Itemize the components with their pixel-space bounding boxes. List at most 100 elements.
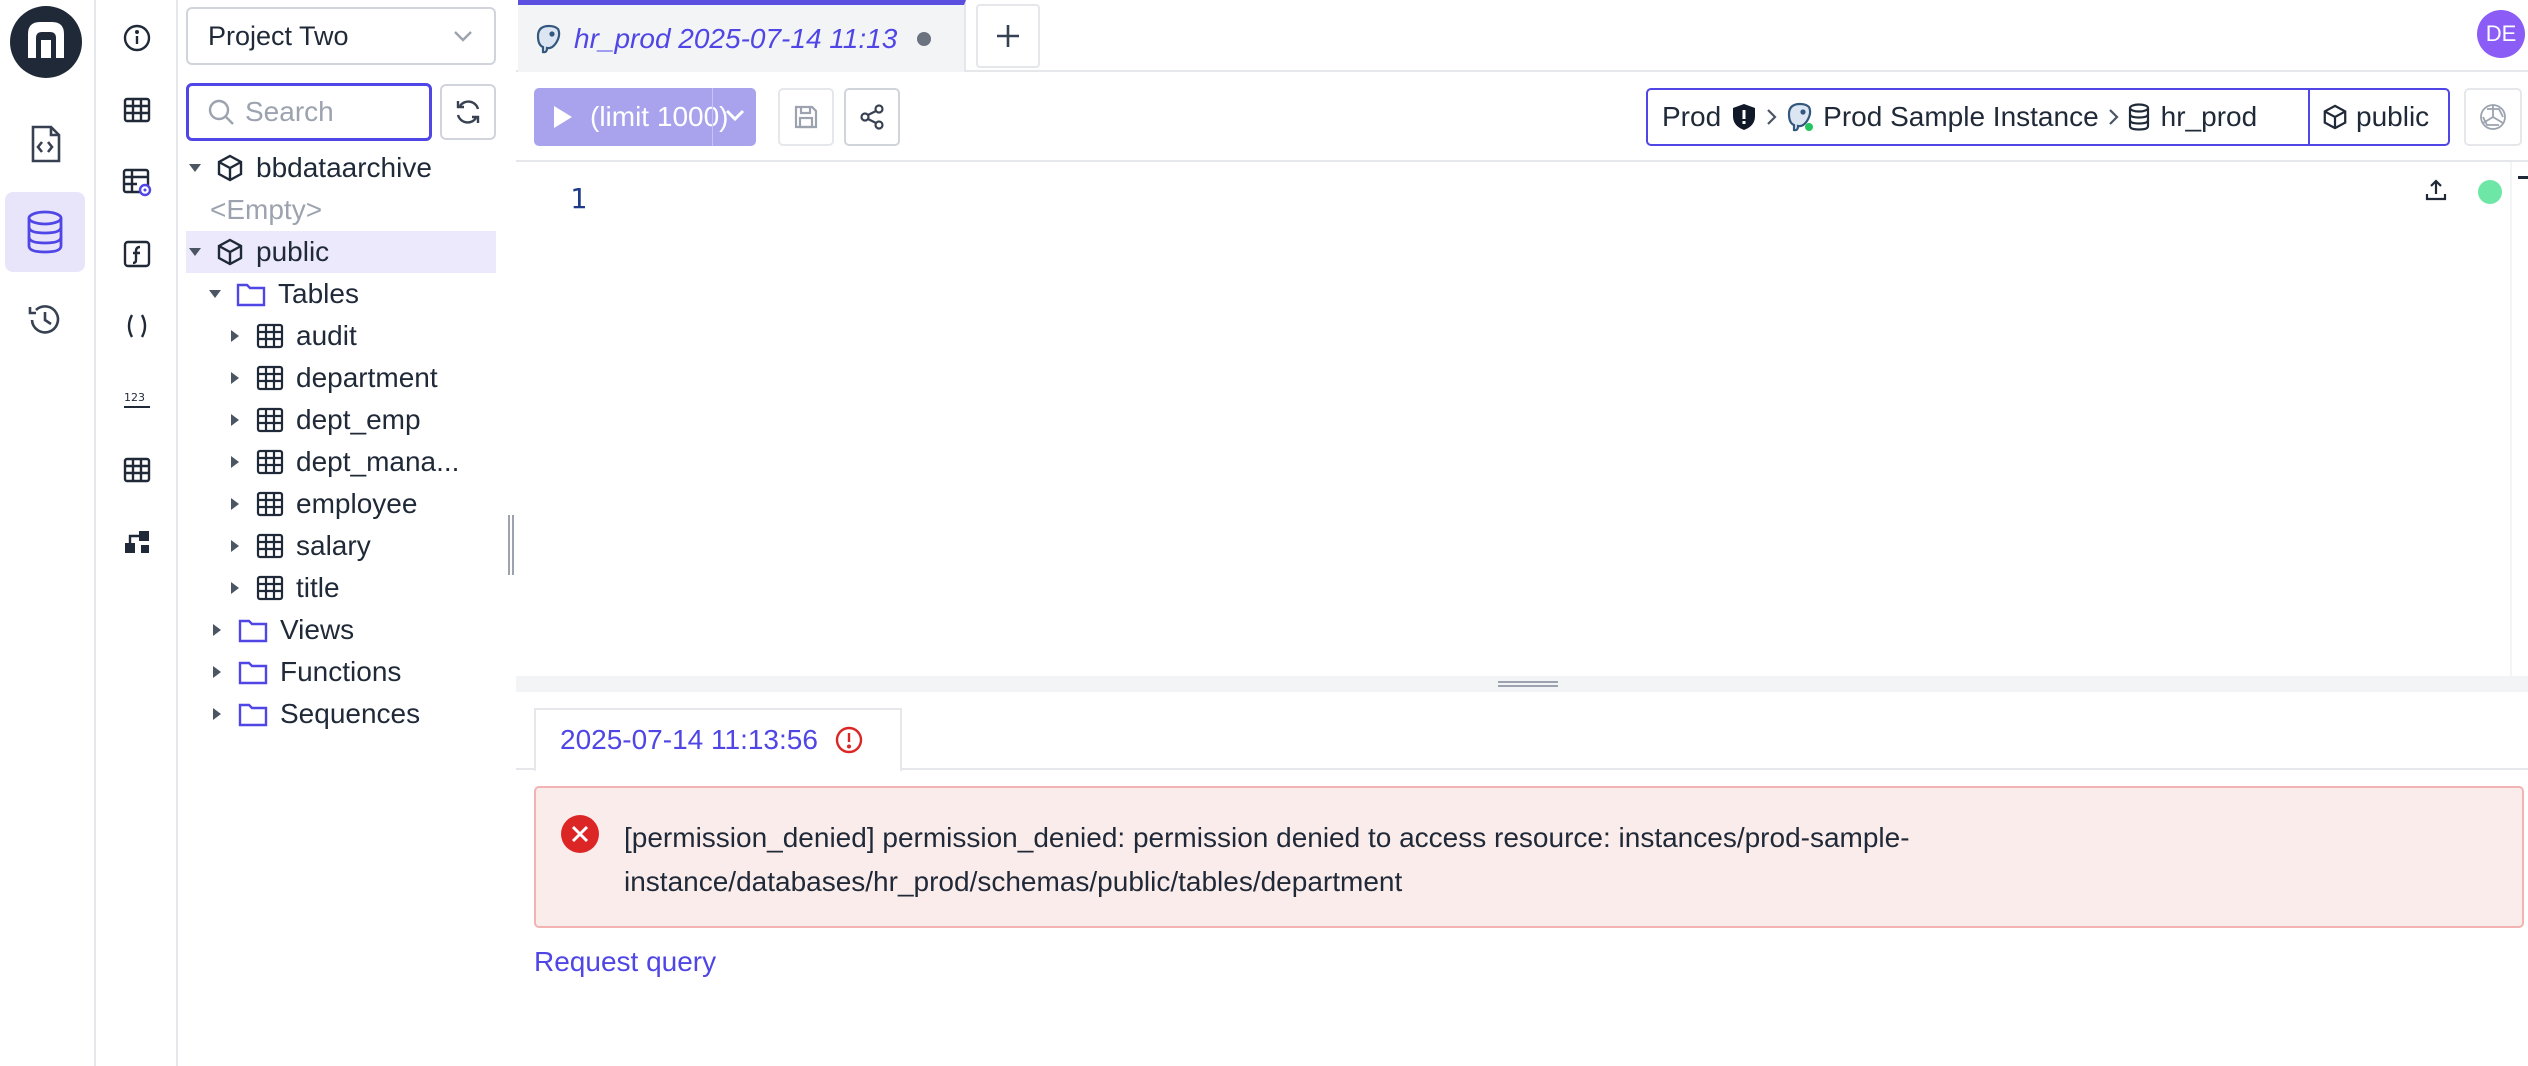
tree-table-dept-emp[interactable]: dept_emp — [228, 399, 421, 441]
main-area: hr_prod 2025-07-14 11:13 DE (limit 1000)… — [516, 0, 2528, 1066]
table-icon — [256, 407, 284, 433]
history-icon[interactable] — [5, 280, 85, 360]
error-alert: [permission_denied] permission_denied: p… — [534, 786, 2524, 928]
share-button[interactable] — [844, 88, 900, 146]
schema-panel: Project Two bbdataarchive <Empty> public… — [178, 0, 508, 1066]
postgres-elephant-icon — [534, 23, 564, 55]
tree-table-salary[interactable]: salary — [228, 525, 371, 567]
caret-right-icon[interactable] — [228, 455, 242, 469]
chevron-right-icon — [1765, 108, 1777, 126]
openai-icon — [2480, 104, 2506, 130]
table-icon — [256, 365, 284, 391]
caret-down-icon[interactable] — [208, 287, 222, 301]
caret-right-icon[interactable] — [210, 707, 224, 721]
table-grid-icon[interactable] — [113, 446, 161, 494]
tree-label: Tables — [278, 278, 359, 309]
parentheses-icon[interactable] — [113, 302, 161, 350]
tree-table-employee[interactable]: employee — [228, 483, 417, 525]
tab-title: hr_prod 2025-07-14 11:13 — [574, 22, 898, 54]
run-query-button[interactable]: (limit 1000) — [534, 88, 756, 146]
folder-icon — [238, 659, 268, 685]
caret-right-icon[interactable] — [228, 329, 242, 343]
tree-label: employee — [296, 488, 418, 519]
tree-empty: <Empty> — [210, 189, 322, 231]
editor-result-splitter[interactable] — [516, 676, 2528, 692]
search-field[interactable] — [186, 83, 432, 141]
user-avatar[interactable]: DE — [2477, 10, 2525, 58]
database-segment[interactable]: hr_prod — [2127, 101, 2257, 133]
tab-hr-prod[interactable]: hr_prod 2025-07-14 11:13 — [518, 0, 966, 72]
project-name: Project Two — [208, 20, 349, 51]
caret-right-icon[interactable] — [210, 665, 224, 679]
environment-label: Prod — [1662, 101, 1722, 132]
add-tab-button[interactable] — [976, 4, 1040, 68]
caret-right-icon[interactable] — [228, 581, 242, 595]
refresh-button[interactable] — [440, 84, 496, 140]
error-message: [permission_denied] permission_denied: p… — [624, 822, 1910, 897]
result-tab-bar: 2025-07-14 11:13:56 — [516, 692, 2528, 772]
table-icon — [256, 449, 284, 475]
caret-right-icon[interactable] — [228, 539, 242, 553]
caret-down-icon[interactable] — [188, 245, 202, 259]
tree-table-department[interactable]: department — [228, 357, 438, 399]
tree-table-title[interactable]: title — [228, 567, 340, 609]
tree-folder-functions[interactable]: Functions — [210, 651, 401, 693]
sequence-123-icon[interactable]: 123 — [113, 374, 161, 422]
chevron-down-icon[interactable] — [724, 108, 746, 124]
upload-icon[interactable] — [2424, 178, 2448, 202]
tree-label: salary — [296, 530, 371, 561]
tab-bar: hr_prod 2025-07-14 11:13 DE — [516, 0, 2528, 72]
caret-right-icon[interactable] — [228, 371, 242, 385]
request-query-link[interactable]: Request query — [534, 946, 716, 978]
sql-editor[interactable]: 1 — [516, 162, 2528, 676]
instance-segment[interactable]: Prod Sample Instance — [1785, 101, 2099, 133]
tree-table-dept-manager[interactable]: dept_mana... — [228, 441, 459, 483]
info-icon[interactable] — [113, 14, 161, 62]
save-icon — [794, 105, 818, 129]
tree-folder-sequences[interactable]: Sequences — [210, 693, 420, 735]
folder-icon — [238, 701, 268, 727]
tree-label: bbdataarchive — [256, 152, 432, 183]
panel-resize-handle[interactable] — [508, 515, 514, 575]
connection-context[interactable]: Prod Prod Sample Instance hr_prod public — [1646, 88, 2450, 146]
table-icon[interactable] — [113, 86, 161, 134]
bytebase-logo[interactable] — [8, 4, 84, 80]
table-icon — [256, 323, 284, 349]
shield-icon — [1731, 103, 1757, 131]
editor-toolbar: (limit 1000) Prod Prod Sample Instance h… — [516, 72, 2528, 162]
tree-label: department — [296, 362, 438, 393]
tree-label: title — [296, 572, 340, 603]
environment-segment[interactable]: Prod — [1648, 101, 1757, 133]
svg-text:123: 123 — [124, 391, 145, 404]
database-icon[interactable] — [5, 192, 85, 272]
caret-right-icon[interactable] — [228, 413, 242, 427]
tree-schema-public[interactable]: public — [186, 231, 496, 273]
error-circle-icon — [834, 725, 864, 755]
caret-right-icon[interactable] — [228, 497, 242, 511]
function-icon[interactable] — [113, 230, 161, 278]
ai-assistant-button[interactable] — [2464, 88, 2522, 146]
search-input[interactable] — [245, 96, 415, 128]
editor-scrollbar[interactable] — [2510, 162, 2528, 676]
unsaved-dot — [917, 31, 932, 46]
chevron-down-icon — [452, 29, 474, 43]
tree-folder-tables[interactable]: Tables — [208, 273, 359, 315]
caret-right-icon[interactable] — [210, 623, 224, 637]
instance-label: Prod Sample Instance — [1823, 101, 2099, 132]
result-tab[interactable]: 2025-07-14 11:13:56 — [534, 708, 902, 772]
save-button[interactable] — [778, 88, 834, 146]
hierarchy-icon[interactable] — [113, 518, 161, 566]
refresh-icon — [456, 100, 480, 124]
table-users-icon[interactable] — [113, 158, 161, 206]
project-select[interactable]: Project Two — [186, 7, 496, 65]
tree-label: Functions — [280, 656, 402, 687]
schema-segment[interactable]: public — [2308, 90, 2429, 144]
line-number: 1 — [570, 182, 587, 215]
tree-table-audit[interactable]: audit — [228, 315, 357, 357]
caret-down-icon[interactable] — [188, 161, 202, 175]
tree-folder-views[interactable]: Views — [210, 609, 354, 651]
folder-icon — [236, 281, 266, 307]
tree-schema-bbdataarchive[interactable]: bbdataarchive — [188, 147, 498, 189]
table-icon — [256, 533, 284, 559]
worksheet-icon[interactable] — [5, 104, 85, 184]
